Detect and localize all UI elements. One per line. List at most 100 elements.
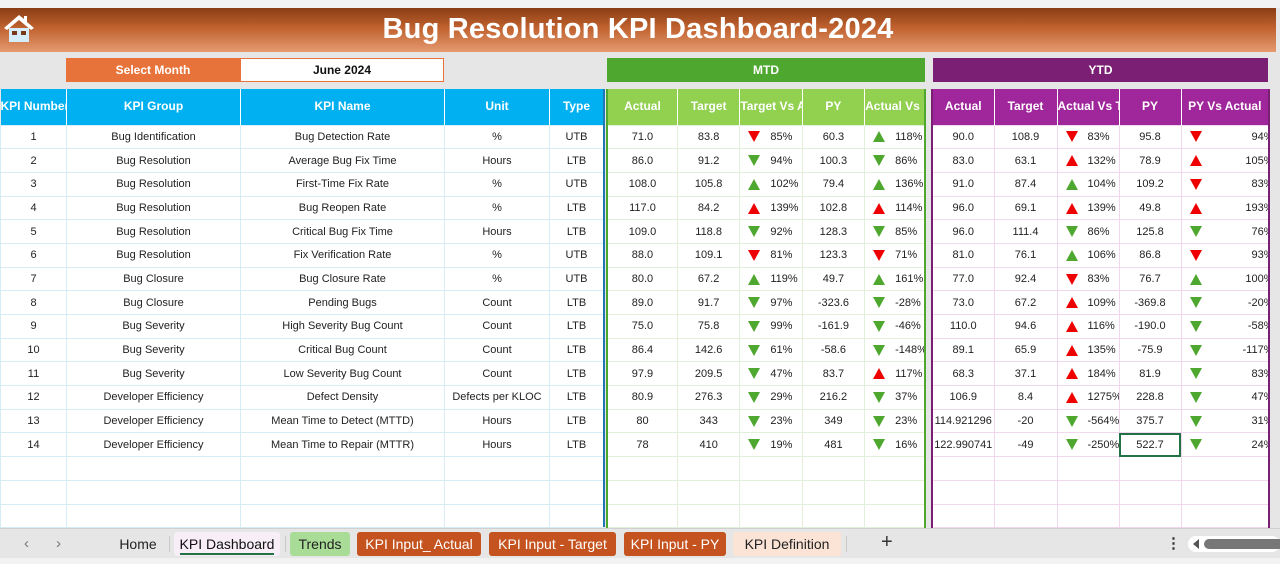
mtd-target-vs-actual-cell[interactable]: 94% [739, 148, 803, 173]
empty-cell[interactable] [240, 503, 445, 529]
ytd-py-vs-actual-cell[interactable]: 93% [1180, 242, 1270, 268]
empty-cell[interactable] [1118, 479, 1182, 505]
kpi-name-cell[interactable]: Bug Reopen Rate [240, 195, 445, 221]
unit-cell[interactable]: Count [444, 290, 550, 315]
tab-kpi-input-target[interactable]: KPI Input - Target [489, 532, 616, 556]
ytd-actual-cell[interactable]: 110.0 [931, 314, 995, 339]
empty-cell[interactable] [66, 479, 241, 505]
empty-cell[interactable] [801, 479, 866, 505]
ytd-py-cell[interactable]: 78.9 [1118, 148, 1182, 173]
ytd-py-vs-actual-cell[interactable]: -58% [1180, 314, 1270, 339]
empty-cell[interactable] [606, 456, 678, 481]
ytd-target-cell[interactable]: 94.6 [993, 314, 1058, 339]
empty-cell[interactable] [66, 456, 241, 481]
ytd-py-vs-actual-cell[interactable]: 94% [1180, 124, 1270, 150]
mtd-actual-vs-py-cell[interactable]: 37% [864, 385, 926, 410]
type-cell[interactable]: UTB [549, 171, 604, 197]
mtd-actual-cell[interactable]: 75.0 [606, 314, 678, 339]
ytd-target-cell[interactable]: 69.1 [993, 195, 1058, 221]
ytd-target-cell[interactable]: 76.1 [993, 242, 1058, 268]
mtd-py-cell[interactable]: 128.3 [801, 219, 866, 244]
ytd-py-vs-actual-cell[interactable]: 24% [1180, 432, 1270, 458]
empty-cell[interactable] [864, 479, 926, 505]
empty-cell[interactable] [606, 503, 678, 529]
mtd-actual-vs-py-cell[interactable]: -46% [864, 314, 926, 339]
next-sheet-arrow-icon[interactable]: › [56, 535, 61, 552]
mtd-target-vs-actual-cell[interactable]: 97% [739, 290, 803, 315]
type-cell[interactable]: LTB [549, 219, 604, 244]
unit-cell[interactable]: % [444, 266, 550, 292]
ytd-actual-cell[interactable]: 96.0 [931, 195, 995, 221]
ytd-actual-cell[interactable]: 114.921296 [931, 408, 995, 434]
empty-cell[interactable] [739, 503, 803, 529]
empty-cell[interactable] [864, 503, 926, 529]
kpi-number-cell[interactable]: 2 [0, 148, 67, 173]
mtd-actual-cell[interactable]: 86.4 [606, 337, 678, 363]
kpi-number-cell[interactable]: 6 [0, 242, 67, 268]
ytd-py-cell[interactable]: 49.8 [1118, 195, 1182, 221]
tab-trends[interactable]: Trends [290, 532, 350, 556]
ytd-py-vs-actual-cell[interactable]: 83% [1180, 361, 1270, 387]
mtd-py-cell[interactable]: 83.7 [801, 361, 866, 387]
mtd-actual-cell[interactable]: 71.0 [606, 124, 678, 150]
mtd-actual-vs-py-cell[interactable]: 117% [864, 361, 926, 387]
mtd-target-cell[interactable]: 75.8 [676, 314, 741, 339]
type-cell[interactable]: LTB [549, 314, 604, 339]
kpi-group-cell[interactable]: Bug Severity [66, 314, 241, 339]
ytd-py-cell[interactable]: 228.8 [1118, 385, 1182, 410]
kpi-number-cell[interactable]: 9 [0, 314, 67, 339]
empty-cell[interactable] [739, 456, 803, 481]
ytd-py-cell[interactable]: -75.9 [1118, 337, 1182, 363]
empty-cell[interactable] [931, 456, 995, 481]
unit-cell[interactable]: % [444, 124, 550, 150]
ytd-py-vs-actual-cell[interactable]: 31% [1180, 408, 1270, 434]
empty-cell[interactable] [1118, 456, 1182, 481]
month-selector[interactable]: June 2024 [240, 58, 444, 82]
mtd-target-cell[interactable]: 142.6 [676, 337, 741, 363]
type-cell[interactable]: LTB [549, 432, 604, 458]
column-header-target[interactable]: Target [994, 89, 1058, 125]
mtd-target-vs-actual-cell[interactable]: 92% [739, 219, 803, 244]
mtd-target-cell[interactable]: 276.3 [676, 385, 741, 410]
ytd-actual-vs-target-cell[interactable]: 184% [1056, 361, 1120, 387]
kpi-group-cell[interactable]: Bug Severity [66, 337, 241, 363]
kpi-number-cell[interactable]: 8 [0, 290, 67, 315]
column-header-target-vs-actual[interactable]: Target Vs Actual [739, 89, 803, 125]
mtd-target-vs-actual-cell[interactable]: 81% [739, 242, 803, 268]
tab-home[interactable]: Home [112, 532, 164, 556]
kpi-name-cell[interactable]: Average Bug Fix Time [240, 148, 445, 173]
empty-cell[interactable] [444, 503, 550, 529]
column-header-kpi-group[interactable]: KPI Group [66, 89, 241, 125]
mtd-target-vs-actual-cell[interactable]: 61% [739, 337, 803, 363]
kpi-name-cell[interactable]: Bug Detection Rate [240, 124, 445, 150]
unit-cell[interactable]: % [444, 242, 550, 268]
column-header-py-vs-actual[interactable]: PY Vs Actual [1181, 89, 1270, 125]
column-header-type[interactable]: Type [549, 89, 604, 125]
mtd-actual-vs-py-cell[interactable]: 23% [864, 408, 926, 434]
ytd-py-cell[interactable]: 125.8 [1118, 219, 1182, 244]
ytd-actual-vs-target-cell[interactable]: 139% [1056, 195, 1120, 221]
tab-kpi-input-actual[interactable]: KPI Input_ Actual [357, 532, 481, 556]
ytd-py-cell[interactable]: 95.8 [1118, 124, 1182, 150]
ytd-target-cell[interactable]: -49 [993, 432, 1058, 458]
type-cell[interactable]: LTB [549, 290, 604, 315]
ytd-target-cell[interactable]: 37.1 [993, 361, 1058, 387]
ytd-py-cell[interactable]: 81.9 [1118, 361, 1182, 387]
ytd-target-cell[interactable]: 65.9 [993, 337, 1058, 363]
mtd-py-cell[interactable]: 481 [801, 432, 866, 458]
kpi-number-cell[interactable]: 14 [0, 432, 67, 458]
ytd-py-vs-actual-cell[interactable]: 47% [1180, 385, 1270, 410]
mtd-target-vs-actual-cell[interactable]: 47% [739, 361, 803, 387]
ytd-actual-vs-target-cell[interactable]: -250% [1056, 432, 1120, 458]
type-cell[interactable]: UTB [549, 242, 604, 268]
column-header-actual[interactable]: Actual [932, 89, 995, 125]
mtd-actual-vs-py-cell[interactable]: 16% [864, 432, 926, 458]
unit-cell[interactable]: Hours [444, 432, 550, 458]
kpi-name-cell[interactable]: High Severity Bug Count [240, 314, 445, 339]
mtd-target-cell[interactable]: 118.8 [676, 219, 741, 244]
empty-cell[interactable] [549, 456, 604, 481]
ytd-actual-vs-target-cell[interactable]: 83% [1056, 124, 1120, 150]
column-header-py[interactable]: PY [802, 89, 866, 125]
ytd-actual-cell[interactable]: 96.0 [931, 219, 995, 244]
ytd-actual-cell[interactable]: 68.3 [931, 361, 995, 387]
